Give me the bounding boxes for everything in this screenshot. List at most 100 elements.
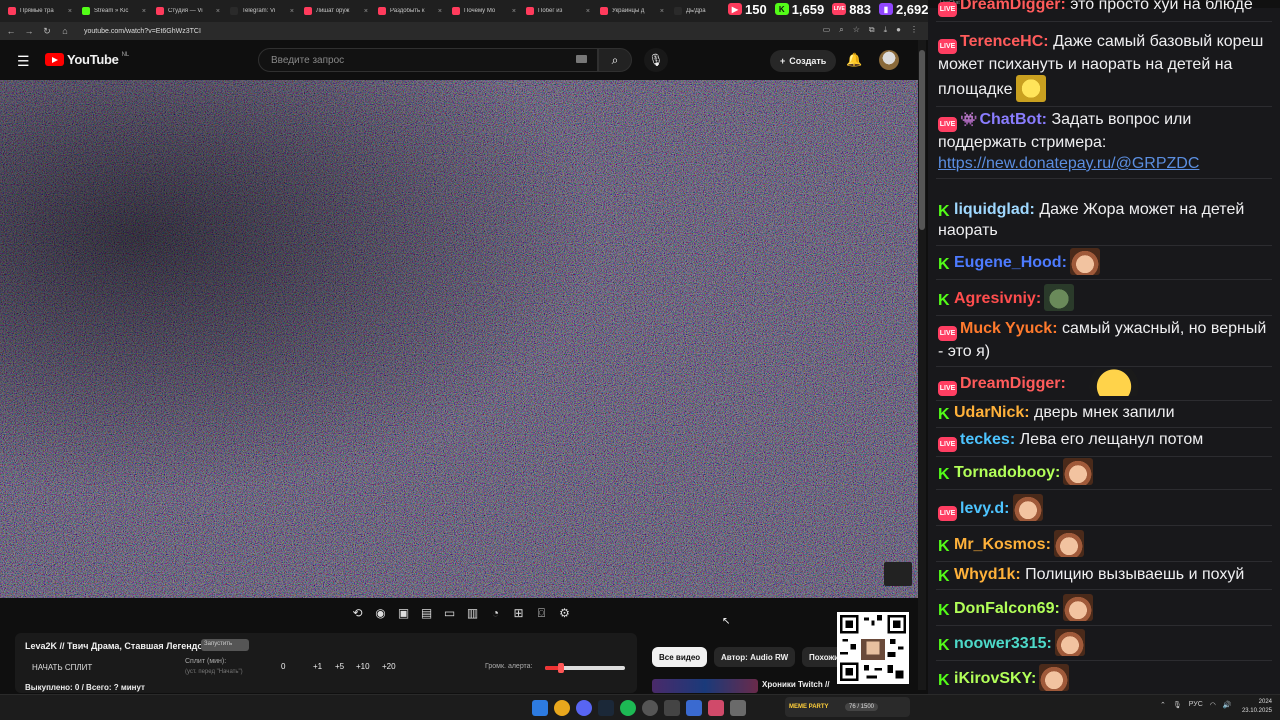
chat-username[interactable]: DreamDigger: xyxy=(960,0,1066,13)
url-field[interactable]: youtube.com/watch?v=Et6GhWz3TCI xyxy=(84,28,201,35)
speed-icon[interactable]: ◔ xyxy=(488,606,503,621)
chat-username[interactable]: iKirovSKY: xyxy=(954,670,1036,687)
chat-username[interactable]: Whyd1k: xyxy=(954,566,1021,583)
notifications-bell-icon[interactable]: 🔔 xyxy=(846,52,862,68)
cast-icon[interactable]: ▭ xyxy=(823,25,831,35)
increment-1-button[interactable]: +1 xyxy=(313,662,322,671)
chat-username[interactable]: Muck Yyuck: xyxy=(960,320,1058,337)
chat-username[interactable]: teckes: xyxy=(960,431,1015,448)
system-clock[interactable]: 2024 23.10.2025 xyxy=(1236,698,1272,716)
home-icon[interactable]: ⌂ xyxy=(60,26,70,36)
app-icon-4[interactable] xyxy=(730,700,746,716)
chip-all-videos[interactable]: Все видео xyxy=(652,647,708,667)
settings-gear-icon[interactable]: ⚙ xyxy=(557,606,572,621)
record-icon[interactable]: ▣ xyxy=(396,606,411,621)
browser-tab[interactable]: Stream » Kic × xyxy=(78,2,150,20)
chat-username[interactable]: DonFalcon69: xyxy=(954,600,1060,617)
app-icon-2[interactable] xyxy=(686,700,702,716)
app-icon-3[interactable] xyxy=(708,700,724,716)
chat-link[interactable]: https://new.donatepay.ru/@GRPZDC xyxy=(938,155,1199,172)
browser-tab[interactable]: Раздобыть к × xyxy=(374,2,446,20)
youtube-logo[interactable]: YouTube NL xyxy=(45,52,129,67)
chat-username[interactable]: Mr_Kosmos: xyxy=(954,536,1051,553)
split-value[interactable]: 0 xyxy=(281,662,285,671)
recommended-video-title[interactable]: Хроники Twitch // xyxy=(762,680,829,689)
windows-start-icon[interactable] xyxy=(532,700,548,716)
bookmark-icon[interactable]: ☆ xyxy=(853,25,860,35)
menu-icon[interactable]: ⋮ xyxy=(910,25,918,35)
discord-icon[interactable] xyxy=(576,700,592,716)
chat-username[interactable]: levy.d: xyxy=(960,500,1010,517)
increment-5-button[interactable]: +5 xyxy=(335,662,344,671)
browser-tab[interactable]: Почему Мо × xyxy=(448,2,520,20)
chat-username[interactable]: DreamDigger: xyxy=(960,375,1066,392)
search-button[interactable]: ⌕ xyxy=(598,48,632,72)
tab-close-icon[interactable]: × xyxy=(660,8,664,15)
browser-tab[interactable]: Telegram: Vi × xyxy=(226,2,298,20)
steam-icon[interactable] xyxy=(598,700,614,716)
chrome-icon[interactable] xyxy=(554,700,570,716)
increment-20-button[interactable]: +20 xyxy=(382,662,396,671)
chat-username[interactable]: Eugene_Hood: xyxy=(954,254,1067,271)
back-icon[interactable]: ← xyxy=(6,26,16,36)
chat-username[interactable]: ChatBot: xyxy=(979,111,1047,128)
film-icon[interactable]: ▥ xyxy=(465,606,480,621)
browser-tab[interactable]: Прямые тра × xyxy=(4,2,76,20)
tab-close-icon[interactable]: × xyxy=(512,8,516,15)
language-indicator[interactable]: РУС xyxy=(1189,701,1203,709)
start-split-button[interactable]: НАЧАТЬ СПЛИТ xyxy=(25,659,111,675)
voice-search-button[interactable]: 🎙 xyxy=(644,48,668,72)
add-icon[interactable]: ⊞ xyxy=(511,606,526,621)
tab-close-icon[interactable]: × xyxy=(290,8,294,15)
widget-start-badge[interactable]: Запустить xyxy=(201,639,249,651)
chat-username[interactable]: Agresivniy: xyxy=(954,290,1041,307)
screen-icon[interactable]: ▭ xyxy=(442,606,457,621)
tab-close-icon[interactable]: × xyxy=(364,8,368,15)
app-icon[interactable] xyxy=(664,700,680,716)
browser-tab[interactable]: Лишат оруж × xyxy=(300,2,372,20)
video-player[interactable] xyxy=(0,80,918,598)
chat-username[interactable]: liquidglad: xyxy=(954,201,1035,218)
reload-icon[interactable]: ↻ xyxy=(42,26,52,37)
keyboard-icon[interactable] xyxy=(576,55,587,63)
spotify-icon[interactable] xyxy=(620,700,636,716)
tab-close-icon[interactable]: × xyxy=(438,8,442,15)
alert-volume-slider[interactable] xyxy=(545,663,625,673)
page-scrollbar[interactable] xyxy=(918,40,926,690)
tab-close-icon[interactable]: × xyxy=(216,8,220,15)
increment-10-button[interactable]: +10 xyxy=(356,662,370,671)
forward-icon[interactable]: → xyxy=(24,26,34,36)
mic-tray-icon[interactable]: 🎙 xyxy=(1173,701,1182,709)
broadcast-icon[interactable]: ◉ xyxy=(373,606,388,621)
recommended-video-thumbnail[interactable] xyxy=(652,679,758,693)
wifi-icon[interactable]: ◠ xyxy=(1210,701,1216,709)
chat-username[interactable]: noower3315: xyxy=(954,635,1052,652)
zoom-icon[interactable]: ⌕ xyxy=(839,25,843,35)
volume-knob[interactable] xyxy=(558,663,564,673)
loop-icon[interactable]: ⟲ xyxy=(350,606,365,621)
tab-close-icon[interactable]: × xyxy=(68,8,72,15)
chip-author[interactable]: Автор: Audio RW xyxy=(714,647,796,667)
chat-username[interactable]: Tornadobooy: xyxy=(954,464,1060,481)
extensions-icon[interactable]: ⧉ xyxy=(869,25,875,35)
profile-icon[interactable]: ● xyxy=(896,25,901,35)
tray-arrow-icon[interactable]: ⌃ xyxy=(1160,701,1166,709)
download-icon[interactable]: ⤓ xyxy=(884,25,888,35)
screenshot-icon[interactable]: ⌼ xyxy=(534,606,549,621)
hamburger-menu-icon[interactable]: ☰ xyxy=(17,53,30,70)
browser-tab[interactable]: Побег из × xyxy=(522,2,594,20)
browser-tab[interactable]: Студия — Vi × xyxy=(152,2,224,20)
browser-tab[interactable]: Украинцы д × xyxy=(596,2,668,20)
volume-icon[interactable]: 🔊 xyxy=(1223,701,1232,709)
clapper-icon[interactable]: ▤ xyxy=(419,606,434,621)
obs-icon[interactable] xyxy=(642,700,658,716)
search-input[interactable]: Введите запрос xyxy=(258,48,598,72)
chat-username[interactable]: TerenceHC: xyxy=(960,33,1049,50)
tab-close-icon[interactable]: × xyxy=(142,8,146,15)
meme-party-widget[interactable]: MEME PARTY 76 / 1500 xyxy=(785,697,910,717)
create-button[interactable]: + Создать xyxy=(770,50,837,72)
chat-username[interactable]: UdarNick: xyxy=(954,404,1030,421)
avatar[interactable] xyxy=(879,50,899,70)
scrollbar-thumb[interactable] xyxy=(919,50,925,230)
tab-close-icon[interactable]: × xyxy=(586,8,590,15)
